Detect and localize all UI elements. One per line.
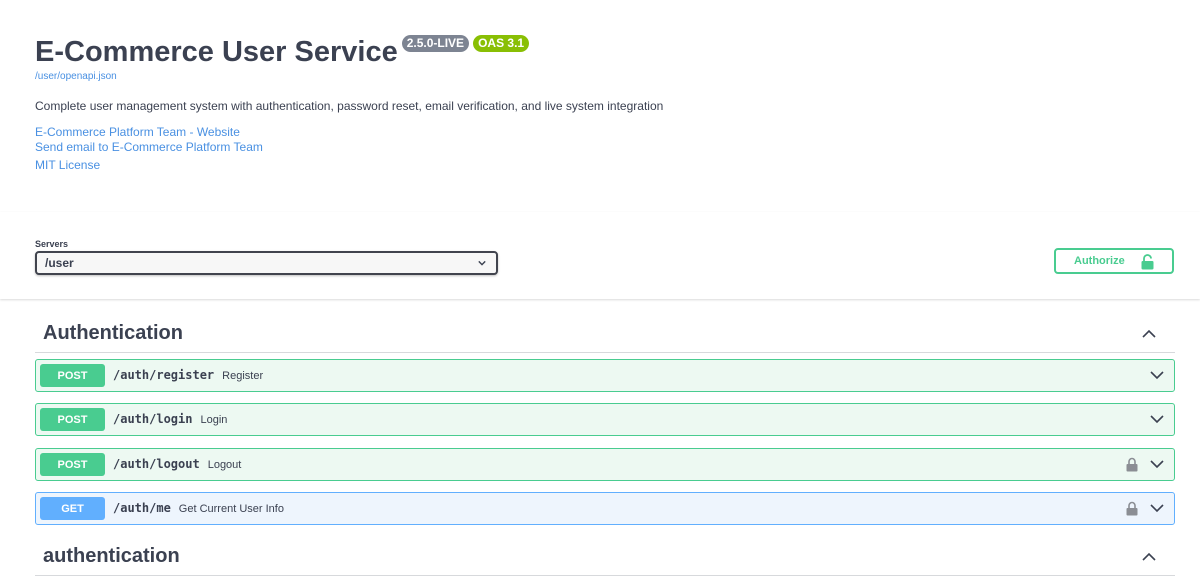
operation-row[interactable]: POST /auth/logout Logout: [35, 448, 1175, 481]
chevron-up-icon[interactable]: [1141, 328, 1157, 340]
version-badge: 2.5.0-LIVE: [401, 35, 470, 52]
path-text: /auth/me: [113, 501, 171, 515]
method-badge: POST: [40, 453, 105, 476]
chevron-up-icon[interactable]: [1141, 551, 1157, 563]
tag-title: Authentication: [43, 322, 183, 344]
authorize-label: Authorize: [1074, 255, 1125, 267]
operation-path: /auth/register Register: [113, 368, 263, 382]
lock-icon[interactable]: [1126, 457, 1138, 472]
tag-title: authentication: [43, 545, 180, 567]
path-text: /auth/login: [113, 412, 193, 426]
oas-badge: OAS 3.1: [473, 35, 530, 52]
servers-select[interactable]: /user: [35, 251, 498, 275]
method-badge: POST: [40, 364, 105, 387]
method-badge: POST: [40, 408, 105, 431]
spec-link[interactable]: /user/openapi.json: [35, 71, 117, 82]
operation-row[interactable]: GET /auth/me Get Current User Info: [35, 492, 1175, 525]
api-description: Complete user management system with aut…: [35, 99, 664, 113]
operation-summary: Logout: [207, 459, 242, 471]
operation-summary: Get Current User Info: [178, 503, 284, 515]
servers-label: Servers: [35, 239, 69, 249]
chevron-down-icon[interactable]: [1150, 504, 1164, 513]
method-badge: GET: [40, 497, 105, 520]
operation-summary: Login: [200, 414, 228, 426]
operation-row[interactable]: POST /auth/login Login: [35, 403, 1175, 436]
contact-website-link[interactable]: E-Commerce Platform Team - Website: [35, 125, 240, 139]
chevron-down-icon: [478, 260, 486, 266]
operation-path: /auth/login Login: [113, 412, 227, 426]
operation-summary: Register: [222, 370, 264, 382]
path-text: /auth/register: [113, 368, 215, 382]
operation-path: /auth/logout Logout: [113, 457, 241, 471]
path-text: /auth/logout: [113, 457, 200, 471]
tag-section-header[interactable]: Authentication: [35, 318, 1175, 353]
chevron-down-icon[interactable]: [1150, 460, 1164, 469]
tag-section-header[interactable]: authentication: [35, 541, 1175, 576]
page-title: E-Commerce User Service: [35, 36, 398, 68]
authorize-button[interactable]: Authorize: [1054, 248, 1174, 274]
operation-path: /auth/me Get Current User Info: [113, 501, 284, 515]
title-row: E-Commerce User Service 2.5.0-LIVE OAS 3…: [35, 34, 530, 70]
chevron-down-icon[interactable]: [1150, 371, 1164, 380]
contact-email-link[interactable]: Send email to E-Commerce Platform Team: [35, 140, 263, 154]
servers-selected-value: /user: [45, 256, 74, 270]
lock-icon[interactable]: [1126, 501, 1138, 516]
chevron-down-icon[interactable]: [1150, 415, 1164, 424]
operation-row[interactable]: POST /auth/register Register: [35, 359, 1175, 392]
unlocked-icon: [1141, 254, 1154, 270]
license-link[interactable]: MIT License: [35, 158, 100, 172]
